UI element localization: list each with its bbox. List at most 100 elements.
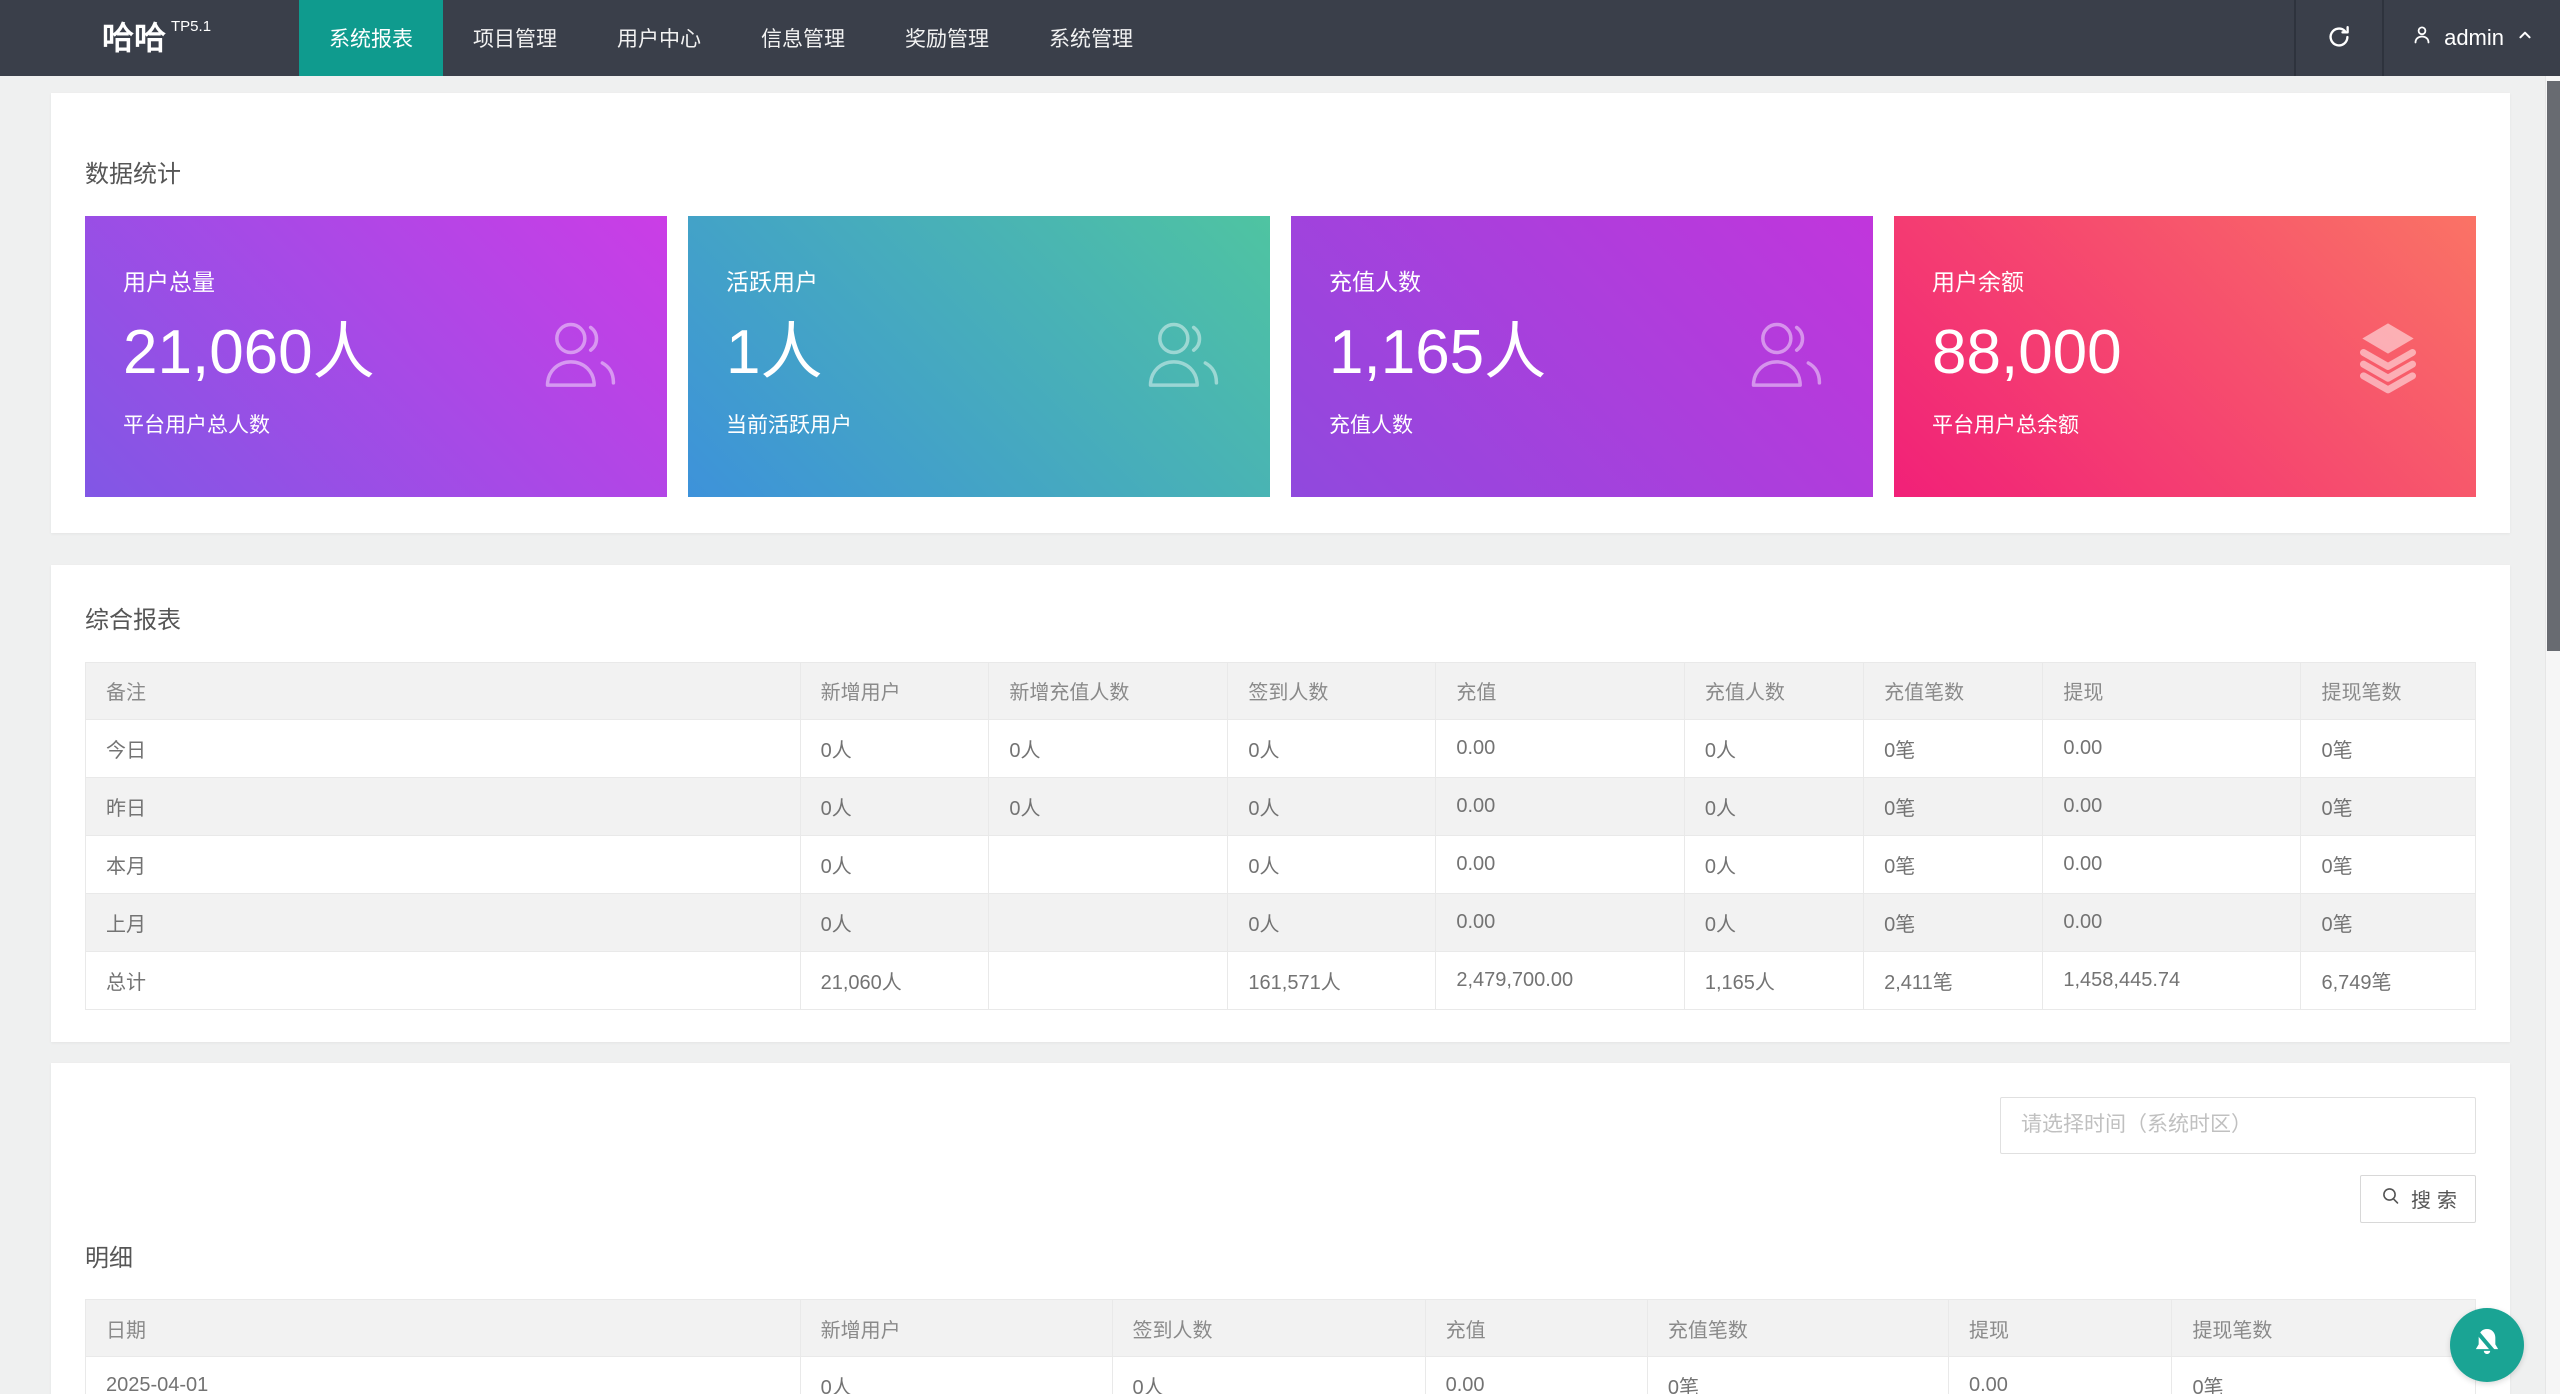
scrollbar-thumb[interactable] — [2547, 81, 2560, 651]
table-header-row: 备注新增用户新增充值人数签到人数充值充值人数充值笔数提现提现笔数 — [86, 662, 2476, 719]
table-cell: 2025-04-01 — [86, 1357, 801, 1394]
table-cell: 0.00 — [1425, 1357, 1647, 1394]
time-range-input[interactable] — [2000, 1097, 2476, 1154]
table-cell: 0.00 — [1948, 1357, 2171, 1394]
notification-fab[interactable] — [2450, 1308, 2524, 1382]
column-header: 充值人数 — [1684, 662, 1863, 719]
report-panel-title: 综合报表 — [85, 565, 2476, 636]
table-cell: 0人 — [1684, 777, 1863, 835]
search-icon — [2379, 1184, 2403, 1214]
table-cell — [989, 893, 1228, 951]
content-area: 数据统计 用户总量 21,060人 平台用户总人数 — [0, 76, 2560, 1394]
table-cell: 0笔 — [1647, 1357, 1948, 1394]
user-icon — [2410, 23, 2434, 53]
table-cell: 昨日 — [86, 777, 801, 835]
table-cell — [989, 835, 1228, 893]
table-row: 总计21,060人161,571人2,479,700.001,165人2,411… — [86, 951, 2476, 1009]
screen: 哈哈 TP5.1 系统报表项目管理用户中心信息管理奖励管理系统管理 — [0, 0, 2560, 1394]
table-cell: 0人 — [800, 719, 989, 777]
nav-tab-4[interactable]: 信息管理 — [731, 0, 875, 76]
search-button[interactable]: 搜索 — [2360, 1175, 2476, 1223]
table-row: 2025-04-010人0人0.000笔0.000笔 — [86, 1357, 2476, 1394]
table-cell: 0笔 — [1864, 835, 2043, 893]
stat-card-desc: 平台用户总余额 — [1932, 412, 2476, 439]
column-header: 充值 — [1436, 662, 1685, 719]
table-cell: 0人 — [1684, 835, 1863, 893]
table-cell: 0.00 — [2043, 777, 2301, 835]
table-cell: 0人 — [1228, 719, 1436, 777]
table-cell: 2,411笔 — [1864, 951, 2043, 1009]
stat-card-user-balance: 用户余额 88,000 平台用户总余额 — [1894, 216, 2476, 497]
table-cell: 今日 — [86, 719, 801, 777]
nav-tab-6[interactable]: 系统管理 — [1019, 0, 1163, 76]
nav-tab-3[interactable]: 用户中心 — [587, 0, 731, 76]
column-header: 提现 — [2043, 662, 2301, 719]
column-header: 充值 — [1425, 1300, 1647, 1357]
table-cell: 1,458,445.74 — [2043, 951, 2301, 1009]
column-header: 新增充值人数 — [989, 662, 1228, 719]
bell-off-icon — [2467, 1324, 2507, 1367]
detail-table: 日期新增用户签到人数充值充值笔数提现提现笔数 2025-04-010人0人0.0… — [85, 1299, 2476, 1394]
table-row: 昨日0人0人0人0.000人0笔0.000笔 — [86, 777, 2476, 835]
users-icon — [1743, 314, 1827, 398]
table-cell: 0笔 — [2301, 719, 2476, 777]
stat-card-recharge-users: 充值人数 1,165人 充值人数 — [1291, 216, 1873, 497]
table-cell: 总计 — [86, 951, 801, 1009]
table-cell: 0.00 — [2043, 719, 2301, 777]
table-cell: 21,060人 — [800, 951, 989, 1009]
nav-tab-1[interactable]: 系统报表 — [299, 0, 443, 76]
table-cell: 上月 — [86, 893, 801, 951]
table-row: 上月0人0人0.000人0笔0.000笔 — [86, 893, 2476, 951]
table-cell: 本月 — [86, 835, 801, 893]
user-menu[interactable]: admin — [2384, 0, 2560, 76]
stat-cards: 用户总量 21,060人 平台用户总人数 活跃用户 1人 — [85, 216, 2476, 497]
column-header: 签到人数 — [1228, 662, 1436, 719]
column-header: 备注 — [86, 662, 801, 719]
table-cell: 0笔 — [2301, 835, 2476, 893]
table-cell: 1,165人 — [1684, 951, 1863, 1009]
table-cell: 0笔 — [2172, 1357, 2476, 1394]
table-cell: 0人 — [989, 777, 1228, 835]
column-header: 提现笔数 — [2301, 662, 2476, 719]
table-cell: 0.00 — [2043, 893, 2301, 951]
table-cell: 0人 — [800, 893, 989, 951]
app-logo-version: TP5.1 — [171, 18, 211, 35]
stat-card-desc: 当前活跃用户 — [726, 412, 1270, 439]
table-cell: 0人 — [989, 719, 1228, 777]
refresh-icon — [2325, 23, 2353, 54]
table-cell: 0.00 — [1436, 893, 1685, 951]
nav-tab-5[interactable]: 奖励管理 — [875, 0, 1019, 76]
stats-panel-title: 数据统计 — [85, 93, 2476, 190]
search-button-label: 搜索 — [2411, 1184, 2463, 1213]
table-cell: 0.00 — [1436, 777, 1685, 835]
stat-card-label: 充值人数 — [1329, 268, 1873, 298]
stat-card-desc: 平台用户总人数 — [123, 412, 667, 439]
stat-card-label: 用户总量 — [123, 268, 667, 298]
table-cell: 0人 — [800, 835, 989, 893]
table-cell: 0人 — [1228, 893, 1436, 951]
stat-card-desc: 充值人数 — [1329, 412, 1873, 439]
detail-panel-title: 明细 — [85, 1245, 2476, 1274]
table-cell: 0.00 — [1436, 835, 1685, 893]
chevron-up-icon — [2514, 24, 2536, 52]
table-cell: 2,479,700.00 — [1436, 951, 1685, 1009]
report-table: 备注新增用户新增充值人数签到人数充值充值人数充值笔数提现提现笔数 今日0人0人0… — [85, 662, 2476, 1010]
table-cell: 0笔 — [1864, 893, 2043, 951]
column-header: 新增用户 — [800, 662, 989, 719]
table-cell: 6,749笔 — [2301, 951, 2476, 1009]
column-header: 签到人数 — [1112, 1300, 1425, 1357]
table-cell: 0.00 — [1436, 719, 1685, 777]
refresh-button[interactable] — [2296, 0, 2382, 76]
scrollbar-track[interactable] — [2545, 76, 2560, 1394]
table-cell: 0笔 — [1864, 777, 2043, 835]
table-cell: 0.00 — [2043, 835, 2301, 893]
nav-tab-2[interactable]: 项目管理 — [443, 0, 587, 76]
table-cell: 0人 — [1228, 777, 1436, 835]
table-cell: 0人 — [1684, 893, 1863, 951]
stat-card-label: 活跃用户 — [726, 268, 1270, 298]
table-cell: 0笔 — [2301, 777, 2476, 835]
table-header-row: 日期新增用户签到人数充值充值笔数提现提现笔数 — [86, 1300, 2476, 1357]
table-cell: 0人 — [800, 777, 989, 835]
column-header: 充值笔数 — [1647, 1300, 1948, 1357]
main-nav: 系统报表项目管理用户中心信息管理奖励管理系统管理 — [299, 0, 1163, 76]
